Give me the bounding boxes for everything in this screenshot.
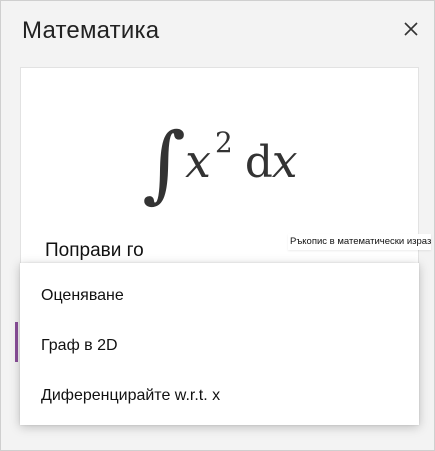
formula-exponent: 2: [215, 126, 233, 159]
close-button[interactable]: [399, 17, 423, 41]
formula-differential-var: x: [272, 135, 298, 188]
menu-item-differentiate[interactable]: Диференцирайте w.r.t. x: [20, 371, 419, 421]
menu-item-label: Граф в 2D: [41, 337, 118, 354]
panel-title: Математика: [22, 17, 160, 44]
action-dropdown-menu: Оценяване Граф в 2D Диференцирайте w.r.t…: [20, 263, 419, 425]
menu-item-graph-2d[interactable]: Граф в 2D: [20, 321, 419, 371]
fix-it-label: Поправи го: [45, 240, 144, 261]
menu-item-evaluate[interactable]: Оценяване: [20, 271, 419, 321]
menu-item-label: Оценяване: [41, 287, 124, 304]
formula-differential-d: d: [245, 137, 273, 188]
integral-sign: ∫: [142, 114, 186, 212]
handwriting-to-math-button[interactable]: Ръкопис в математически израз: [288, 234, 432, 250]
close-icon: [404, 22, 418, 36]
menu-item-label: Диференцирайте w.r.t. x: [41, 387, 221, 404]
formula-variable: x: [185, 135, 211, 188]
accent-indicator: [15, 322, 18, 362]
formula-display[interactable]: ∫ x 2 d x: [21, 82, 418, 222]
